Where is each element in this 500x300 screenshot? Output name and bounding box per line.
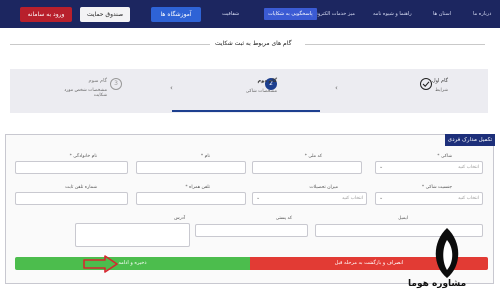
shaki-select[interactable]: انتخاب کنید ⌄	[375, 161, 483, 174]
section-title: گام های مربوط به ثبت شکایت	[215, 40, 292, 47]
mobile-label: * تلفن همراه	[185, 185, 210, 190]
address-label: آدرس	[174, 216, 185, 221]
training-centers-button[interactable]: آموزشگاه ها	[151, 7, 201, 22]
last-name-input[interactable]	[15, 161, 128, 174]
education-select[interactable]: انتخاب کنید ⌄	[252, 192, 367, 205]
step-1-desc: شرایط	[434, 88, 448, 93]
chevron-down-icon: ⌄	[379, 195, 384, 201]
login-button[interactable]: ورود به سامانه	[20, 7, 72, 22]
education-label: میزان تحصیلات	[309, 185, 338, 190]
arrow-right-icon	[83, 255, 118, 273]
check-icon	[420, 78, 432, 90]
shaki-placeholder: انتخاب کنید	[457, 165, 479, 170]
step-3-desc: مشخصات شخص مورد شکایت	[64, 88, 107, 98]
step-1-title: گام اول	[431, 78, 448, 84]
last-name-label: * نام خانوادگی	[69, 154, 97, 159]
step-3-title: گام سوم	[88, 78, 107, 84]
chevron-left-icon: ‹	[170, 84, 173, 92]
first-name-input[interactable]	[136, 161, 246, 174]
mobile-input[interactable]	[136, 192, 246, 205]
phone-label: شماره تلفن ثابت	[65, 185, 97, 190]
nav-link-guides[interactable]: راهنما و شیوه نامه	[373, 11, 412, 17]
active-step-indicator	[172, 110, 320, 112]
gender-placeholder: انتخاب کنید	[457, 196, 479, 201]
education-placeholder: انتخاب کنید	[341, 196, 363, 201]
email-label: ایمیل	[398, 216, 408, 221]
nav-link-complaints[interactable]: پاسخگویی به شکایات	[264, 8, 317, 20]
postal-code-input[interactable]	[195, 224, 308, 237]
gender-select[interactable]: انتخاب کنید ⌄	[375, 192, 483, 205]
national-code-label: * کد ملی	[304, 154, 322, 159]
logo-text: مشاوره هوما	[408, 279, 467, 289]
step-2-title: گام دوم	[257, 78, 277, 84]
step-2-desc: مشخصات شاکی	[245, 89, 277, 94]
panel-title: تکمیل مدارک فردی	[445, 134, 495, 146]
divider	[305, 44, 485, 45]
chevron-down-icon: ⌄	[256, 195, 261, 201]
nav-link-about[interactable]: درباره ما	[473, 11, 491, 17]
phone-input[interactable]	[15, 192, 128, 205]
address-textarea[interactable]	[75, 223, 190, 247]
postal-code-label: کد پستی	[275, 216, 292, 221]
save-continue-button[interactable]: ذخیره و ادامه	[15, 257, 250, 270]
nav-link-transparency[interactable]: شفافیت	[222, 11, 239, 17]
shaki-label: * شاکی	[437, 154, 452, 159]
gender-label: * جنسیت شاکی	[421, 185, 452, 190]
nav-link-provinces[interactable]: استان ها	[433, 11, 451, 17]
homa-logo-icon	[435, 228, 459, 278]
stepper: گام اول شرایط ‹ 2 گام دوم مشخصات شاکی ‹ …	[10, 69, 488, 113]
top-navbar: ورود به سامانه صندوق حمایت آموزشگاه ها د…	[0, 0, 500, 28]
national-code-input[interactable]	[252, 161, 362, 174]
chevron-left-icon: ‹	[335, 84, 338, 92]
step-3-number: 3	[110, 78, 122, 90]
first-name-label: * نام	[200, 154, 210, 159]
support-fund-button[interactable]: صندوق حمایت	[80, 7, 130, 22]
divider	[10, 44, 210, 45]
chevron-down-icon: ⌄	[379, 164, 384, 170]
